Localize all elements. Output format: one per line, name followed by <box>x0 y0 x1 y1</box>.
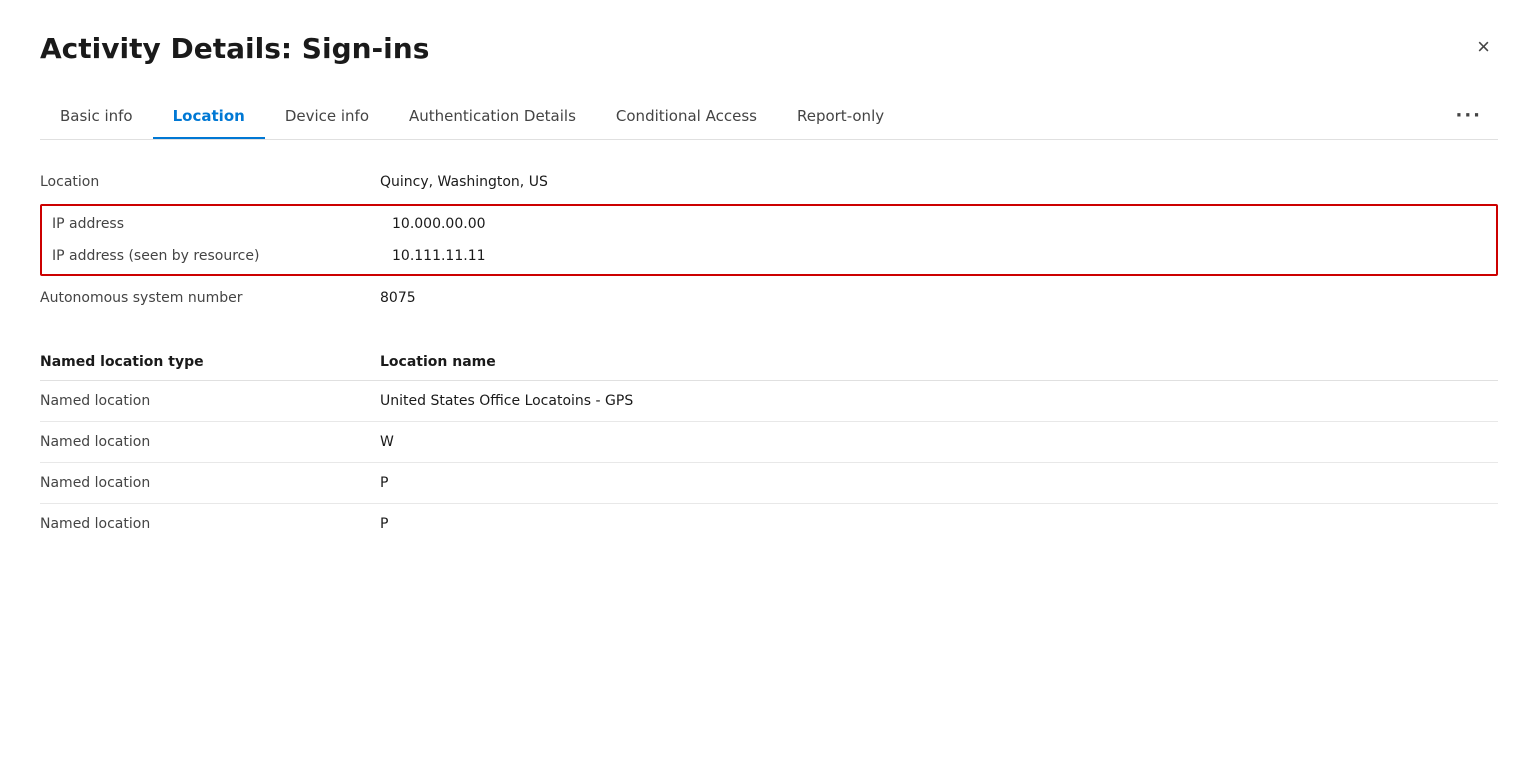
tab-basic-info[interactable]: Basic info <box>40 95 153 139</box>
named-location-type-cell: Named location <box>40 504 380 545</box>
panel-header: Activity Details: Sign-ins × <box>40 32 1498 65</box>
location-label: Location <box>40 174 380 190</box>
named-location-type-cell: Named location <box>40 422 380 463</box>
ip-address-resource-row: IP address (seen by resource) 10.111.11.… <box>42 240 1496 272</box>
table-header-row: Named location type Location name <box>40 344 1498 381</box>
location-name-cell: P <box>380 504 1498 545</box>
ip-address-label: IP address <box>52 216 392 232</box>
activity-details-panel: Activity Details: Sign-ins × Basic info … <box>0 0 1538 762</box>
col-named-location-type-header: Named location type <box>40 344 380 381</box>
named-location-type-cell: Named location <box>40 381 380 422</box>
ip-address-resource-value: 10.111.11.11 <box>392 248 486 264</box>
tabs-bar: Basic info Location Device info Authenti… <box>40 93 1498 140</box>
table-row: Named locationUnited States Office Locat… <box>40 381 1498 422</box>
named-location-type-cell: Named location <box>40 463 380 504</box>
tab-conditional-access[interactable]: Conditional Access <box>596 95 777 139</box>
ip-address-resource-label: IP address (seen by resource) <box>52 248 392 264</box>
tab-location[interactable]: Location <box>153 95 265 139</box>
named-location-table: Named location type Location name Named … <box>40 344 1498 544</box>
tab-authentication-details[interactable]: Authentication Details <box>389 95 596 139</box>
ip-address-row: IP address 10.000.00.00 <box>42 208 1496 240</box>
ip-address-highlighted-box: IP address 10.000.00.00 IP address (seen… <box>40 204 1498 276</box>
table-row: Named locationP <box>40 463 1498 504</box>
panel-title: Activity Details: Sign-ins <box>40 32 429 65</box>
asn-value: 8075 <box>380 290 416 306</box>
location-name-cell: United States Office Locatoins - GPS <box>380 381 1498 422</box>
location-row: Location Quincy, Washington, US <box>40 164 1498 200</box>
table-row: Named locationP <box>40 504 1498 545</box>
asn-row: Autonomous system number 8075 <box>40 280 1498 316</box>
col-location-name-header: Location name <box>380 344 1498 381</box>
tab-content: Location Quincy, Washington, US IP addre… <box>40 140 1498 544</box>
asn-label: Autonomous system number <box>40 290 380 306</box>
tab-report-only[interactable]: Report-only <box>777 95 904 139</box>
tabs-more-button[interactable]: ··· <box>1439 93 1498 140</box>
location-name-cell: W <box>380 422 1498 463</box>
close-button[interactable]: × <box>1469 32 1498 62</box>
location-name-cell: P <box>380 463 1498 504</box>
ip-address-value: 10.000.00.00 <box>392 216 486 232</box>
tab-device-info[interactable]: Device info <box>265 95 389 139</box>
location-value: Quincy, Washington, US <box>380 174 548 190</box>
table-row: Named locationW <box>40 422 1498 463</box>
